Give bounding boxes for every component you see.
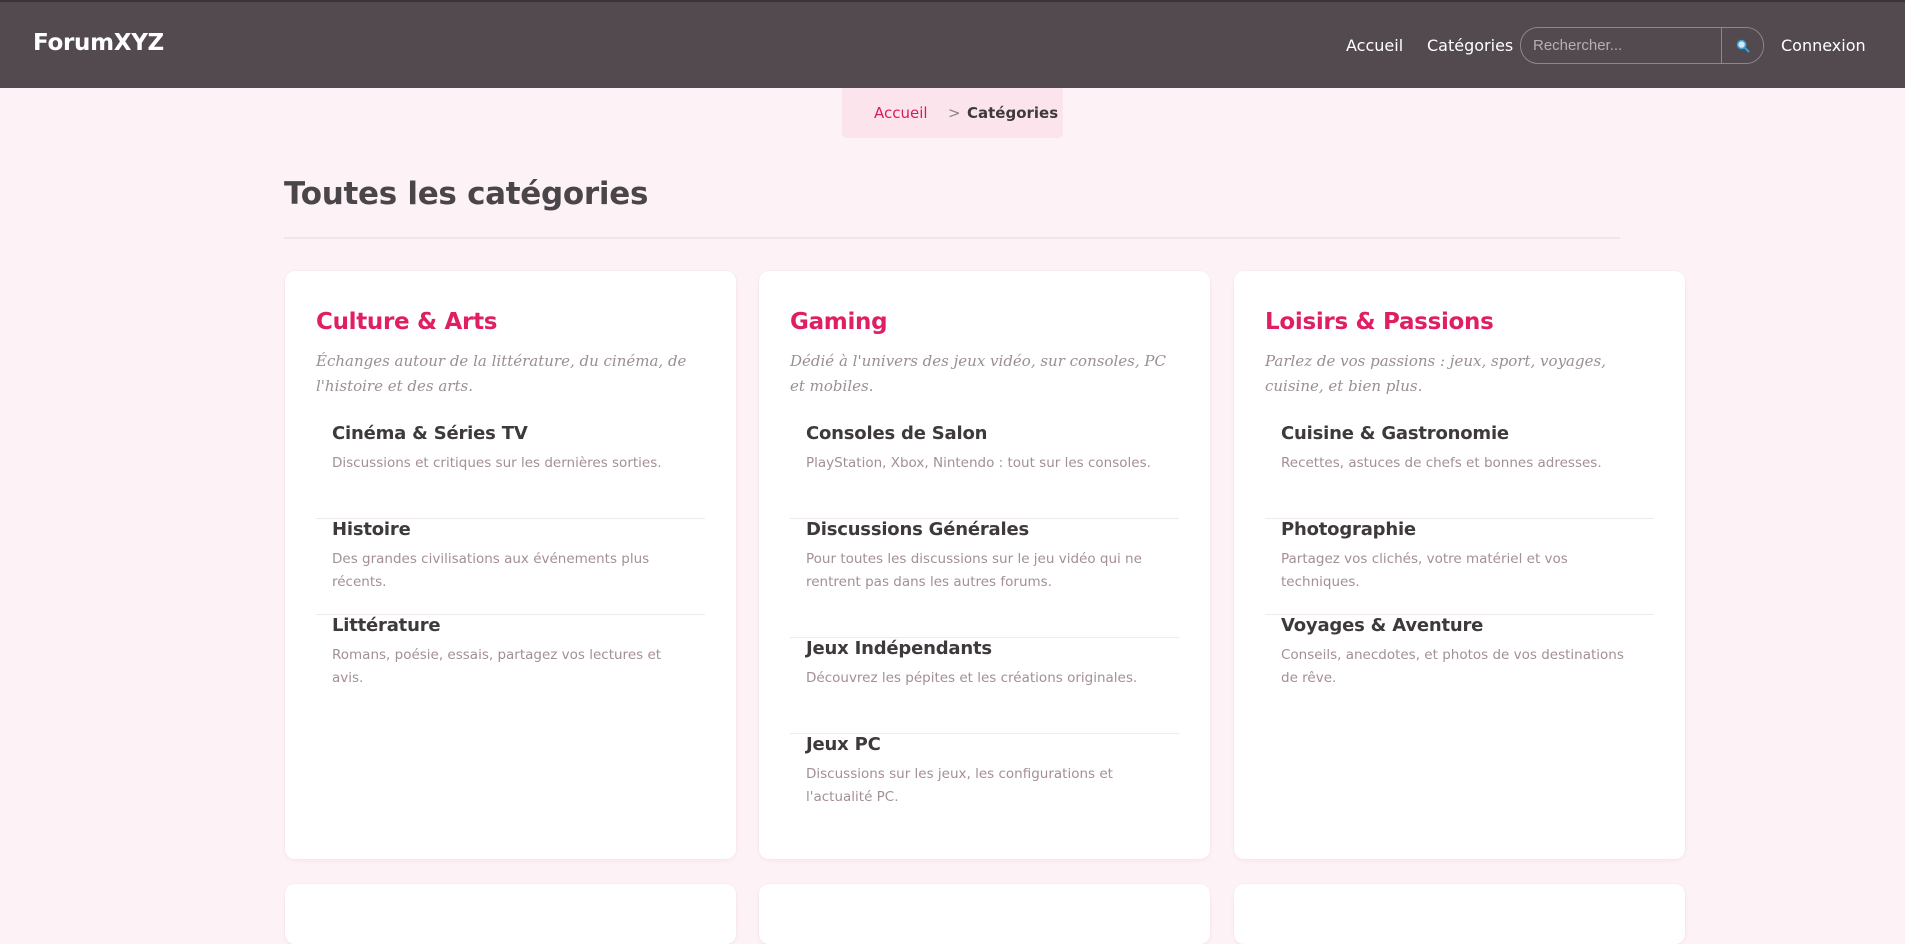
forum-name[interactable]: Histoire (332, 519, 689, 541)
search-button[interactable] (1721, 28, 1763, 63)
forum-list: Cinéma & Séries TV Discussions et critiq… (316, 423, 705, 711)
forum-item-histoire[interactable]: Histoire Des grandes civilisations aux é… (316, 519, 705, 615)
forum-name[interactable]: Littérature (332, 615, 689, 637)
forum-name[interactable]: Cuisine & Gastronomie (1281, 423, 1638, 445)
category-card-partial (285, 884, 736, 944)
category-title[interactable]: Culture & Arts (316, 309, 497, 335)
category-title[interactable]: Loisirs & Passions (1265, 309, 1494, 335)
forum-name[interactable]: Jeux Indépendants (806, 638, 1163, 660)
category-description: Échanges autour de la littérature, du ci… (316, 352, 687, 395)
forum-description: Pour toutes les discussions sur le jeu v… (806, 551, 1142, 590)
forum-item-voyages-aventure[interactable]: Voyages & Aventure Conseils, anecdotes, … (1265, 615, 1654, 734)
forum-description: PlayStation, Xbox, Nintendo : tout sur l… (806, 455, 1151, 471)
breadcrumb-current: Catégories (967, 104, 1059, 122)
search-icon (1736, 39, 1749, 52)
category-description: Parlez de vos passions : jeux, sport, vo… (1265, 352, 1606, 395)
forum-list: Consoles de Salon PlayStation, Xbox, Nin… (790, 423, 1179, 853)
forum-item-jeux-pc[interactable]: Jeux PC Discussions sur les jeux, les co… (790, 734, 1179, 853)
brand-logo[interactable]: ForumXYZ (33, 30, 164, 56)
forum-name[interactable]: Voyages & Aventure (1281, 615, 1638, 637)
category-card-partial (1234, 884, 1685, 944)
forum-item-litterature[interactable]: Littérature Romans, poésie, essais, part… (316, 615, 705, 711)
forum-description: Recettes, astuces de chefs et bonnes adr… (1281, 455, 1602, 471)
forum-item-consoles-salon[interactable]: Consoles de Salon PlayStation, Xbox, Nin… (790, 423, 1179, 519)
forum-name[interactable]: Consoles de Salon (806, 423, 1163, 445)
breadcrumb: Accueil > Catégories (842, 88, 1063, 138)
category-card-partial (759, 884, 1210, 944)
forum-description: Romans, poésie, essais, partagez vos lec… (332, 647, 662, 686)
forum-name[interactable]: Jeux PC (806, 734, 1163, 756)
page-title: Toutes les catégories (284, 176, 649, 212)
breadcrumb-home-link[interactable]: Accueil (874, 104, 928, 122)
forum-name[interactable]: Cinéma & Séries TV (332, 423, 689, 445)
title-divider (284, 237, 1620, 239)
top-navbar: ForumXYZ Accueil Catégories Connexion (0, 0, 1905, 88)
forum-list: Cuisine & Gastronomie Recettes, astuces … (1265, 423, 1654, 734)
forum-description: Conseils, anecdotes, et photos de vos de… (1281, 647, 1624, 686)
category-card-culture-arts: Culture & Arts Échanges autour de la lit… (285, 271, 736, 859)
forum-name[interactable]: Discussions Générales (806, 519, 1163, 541)
forum-item-discussions-generales[interactable]: Discussions Générales Pour toutes les di… (790, 519, 1179, 638)
forum-item-jeux-independants[interactable]: Jeux Indépendants Découvrez les pépites … (790, 638, 1179, 734)
forum-item-cinema-series[interactable]: Cinéma & Séries TV Discussions et critiq… (316, 423, 705, 519)
forum-item-photographie[interactable]: Photographie Partagez vos clichés, votre… (1265, 519, 1654, 615)
forum-description: Discussions et critiques sur les dernièr… (332, 455, 662, 471)
search-form (1520, 27, 1764, 64)
forum-description: Partagez vos clichés, votre matériel et … (1281, 551, 1568, 590)
forum-item-cuisine-gastronomie[interactable]: Cuisine & Gastronomie Recettes, astuces … (1265, 423, 1654, 519)
category-card-gaming: Gaming Dédié à l'univers des jeux vidéo,… (759, 271, 1210, 859)
category-title[interactable]: Gaming (790, 309, 888, 335)
forum-description: Découvrez les pépites et les créations o… (806, 670, 1138, 686)
nav-link-home[interactable]: Accueil (1346, 36, 1403, 55)
search-input[interactable] (1521, 28, 1721, 63)
nav-link-categories[interactable]: Catégories (1427, 36, 1513, 55)
category-card-loisirs-passions: Loisirs & Passions Parlez de vos passion… (1234, 271, 1685, 859)
nav-link-login[interactable]: Connexion (1781, 36, 1866, 55)
forum-description: Des grandes civilisations aux événements… (332, 551, 650, 590)
forum-name[interactable]: Photographie (1281, 519, 1638, 541)
breadcrumb-separator: > (948, 104, 961, 122)
forum-description: Discussions sur les jeux, les configurat… (806, 766, 1113, 805)
category-description: Dédié à l'univers des jeux vidéo, sur co… (790, 352, 1166, 395)
